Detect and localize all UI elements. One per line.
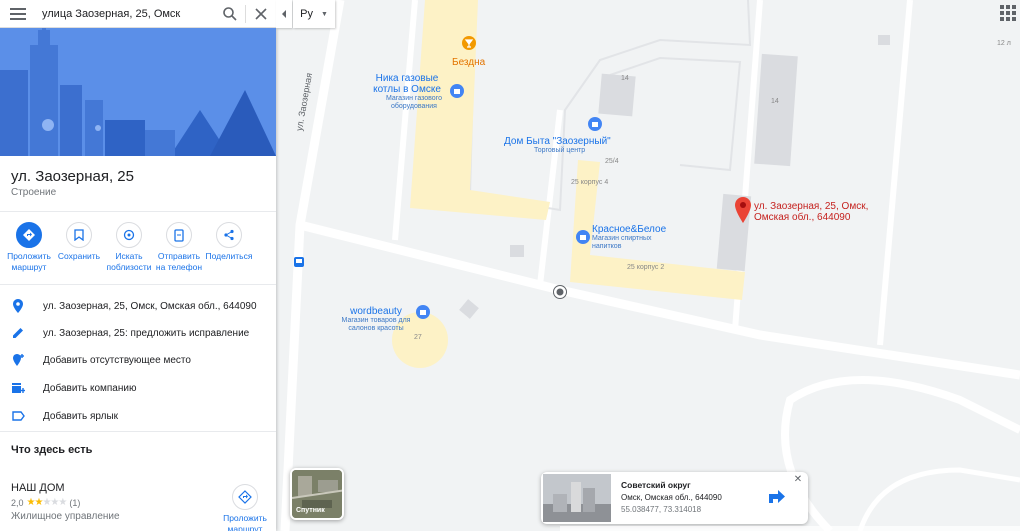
search-input[interactable]: улица Заозерная, 25, Омск [36,8,215,20]
send-to-phone-button[interactable]: Отправить на телефон [154,222,204,273]
building-number: 14 [621,75,629,82]
action-label: Поделиться [205,251,253,261]
nearby-place-type: Жилищное управление [11,511,120,522]
location-pin-icon[interactable] [735,197,751,223]
poi-nika-sub: Магазин газового оборудования [385,95,442,110]
satellite-toggle[interactable]: Спутник [290,468,344,520]
poi-krasnoe-sub: Магазин спиртных напитков [592,235,652,250]
page-title: ул. Заозерная, 25 [11,168,134,185]
edit-pencil-icon [0,327,36,339]
nearby-place-name[interactable]: НАШ ДОМ [11,482,65,494]
info-row-text: ул. Заозерная, 25, Омск, Омская обл., 64… [43,300,257,312]
poi-dom-byta-label: Дом Быта "Заозерный" [504,136,611,147]
info-row-text: ул. Заозерная, 25: предложить исправлени… [43,327,250,339]
building-number: 27 [414,334,422,341]
directions-icon[interactable] [766,486,788,508]
poi-dom-byta-sub: Торговый центр [534,147,586,154]
review-count: (1) [69,497,81,508]
place-marker-icon[interactable] [553,285,567,299]
info-row-add-place[interactable]: Добавить отсутствующее место [0,347,276,373]
poi-wordbeauty-sub: Магазин товаров для салонов красоты [341,317,411,332]
save-button[interactable]: Сохранить [54,222,104,273]
chevron-left-icon [282,10,286,18]
location-pin-icon [0,299,36,313]
directions-button[interactable]: Проложить маршрут [4,222,54,273]
search-icon[interactable] [215,0,245,28]
info-row-add-business[interactable]: Добавить компанию [0,375,276,401]
close-icon[interactable] [246,0,276,28]
share-button[interactable]: Поделиться [204,222,254,273]
pin-address-label: ул. Заозерная, 25, Омск, Омская обл., 64… [754,201,869,223]
action-label: Проложить маршрут [7,251,51,272]
label-icon [0,411,36,421]
rating-stars-icon: ★★★★★ [26,497,68,508]
poi-bezdna-label[interactable]: Бездна [452,57,485,68]
shopping-icon[interactable] [450,84,464,98]
nearby-directions-label: Проложить маршрут [223,513,267,531]
rating-value: 2,0 [11,497,24,508]
search-box[interactable]: улица Заозерная, 25, Омск [0,0,276,28]
share-icon [216,222,242,248]
directions-icon [232,484,258,510]
poi-krasnoe[interactable]: Красное&Белое Магазин спиртных напитков [592,224,667,251]
building-number: 25/4 [605,158,619,165]
send-to-phone-icon [166,222,192,248]
nearby-button[interactable]: Искать поблизости [104,222,154,273]
action-label: Сохранить [57,251,101,261]
nearby-directions-button[interactable]: Проложить маршрут [218,484,272,531]
building-number: 25 корпус 2 [627,264,665,271]
card-title: Советский округ [621,480,691,490]
poi-nika-label: Ника газовые котлы в Омске [373,73,441,95]
building-number: 12 л [997,40,1011,47]
bookmark-icon [66,222,92,248]
poi-dom-byta[interactable]: Дом Быта "Заозерный" Торговый центр [504,136,611,155]
info-row-text: Добавить ярлык [43,410,119,422]
language-label: Ру [300,8,313,20]
action-bar: Проложить маршрут Сохранить Искать побли… [4,222,272,273]
street-view-thumbnail[interactable] [543,474,611,522]
map-footer [560,526,1020,531]
apps-grid-icon[interactable] [1000,5,1016,21]
poi-krasnoe-label: Красное&Белое [592,224,667,235]
divider [0,284,276,285]
info-row-text: Добавить компанию [43,382,137,394]
info-row-address[interactable]: ул. Заозерная, 25, Омск, Омская обл., 64… [0,293,276,319]
card-coordinates[interactable]: 55.038477, 73.314018 [621,505,701,514]
satellite-label: Спутник [296,507,325,514]
divider [0,431,276,432]
street-label: ул. Заозерная [294,72,315,132]
directions-circle [232,484,258,510]
info-row-text: Добавить отсутствующее место [43,354,191,366]
poi-wordbeauty[interactable]: wordbeauty Магазин товаров для салонов к… [336,306,416,333]
nearby-icon [116,222,142,248]
menu-icon[interactable] [0,0,36,28]
directions-icon [16,222,42,248]
bus-stop-icon[interactable] [294,254,304,267]
shopping-icon[interactable] [588,117,602,131]
building-number: 25 корпус 4 [571,179,609,186]
poi-nika[interactable]: Ника газовые котлы в Омске Магазин газов… [362,73,452,111]
poi-wordbeauty-label: wordbeauty [350,306,402,317]
shopping-icon[interactable] [576,230,590,244]
caret-down-icon: ▼ [320,10,328,18]
bar-icon[interactable] [462,36,476,50]
building-number: 14 [771,98,779,105]
add-business-icon [0,382,36,394]
info-row-suggest-edit[interactable]: ул. Заозерная, 25: предложить исправлени… [0,320,276,346]
section-title: Что здесь есть [11,444,93,456]
shopping-icon[interactable] [416,305,430,319]
action-label: Отправить на телефон [155,251,203,272]
info-row-add-label[interactable]: Добавить ярлык [0,403,276,429]
close-icon[interactable]: ✕ [792,474,804,486]
place-category: Строение [11,187,57,198]
action-label: Искать поблизости [106,251,152,272]
divider [0,211,276,212]
place-panel: улица Заозерная, 25, Омск ул. Заозерная,… [0,0,276,531]
location-info-card[interactable]: Советский округ Омск, Омская обл., 64409… [541,472,808,524]
language-selector[interactable]: Ру ▼ [293,0,335,28]
nearby-place-rating: 2,0 ★★★★★ (1) [11,497,80,508]
card-address: Омск, Омская обл., 644090 [621,493,722,502]
add-place-icon [0,353,36,367]
collapse-panel-button[interactable] [276,0,292,28]
